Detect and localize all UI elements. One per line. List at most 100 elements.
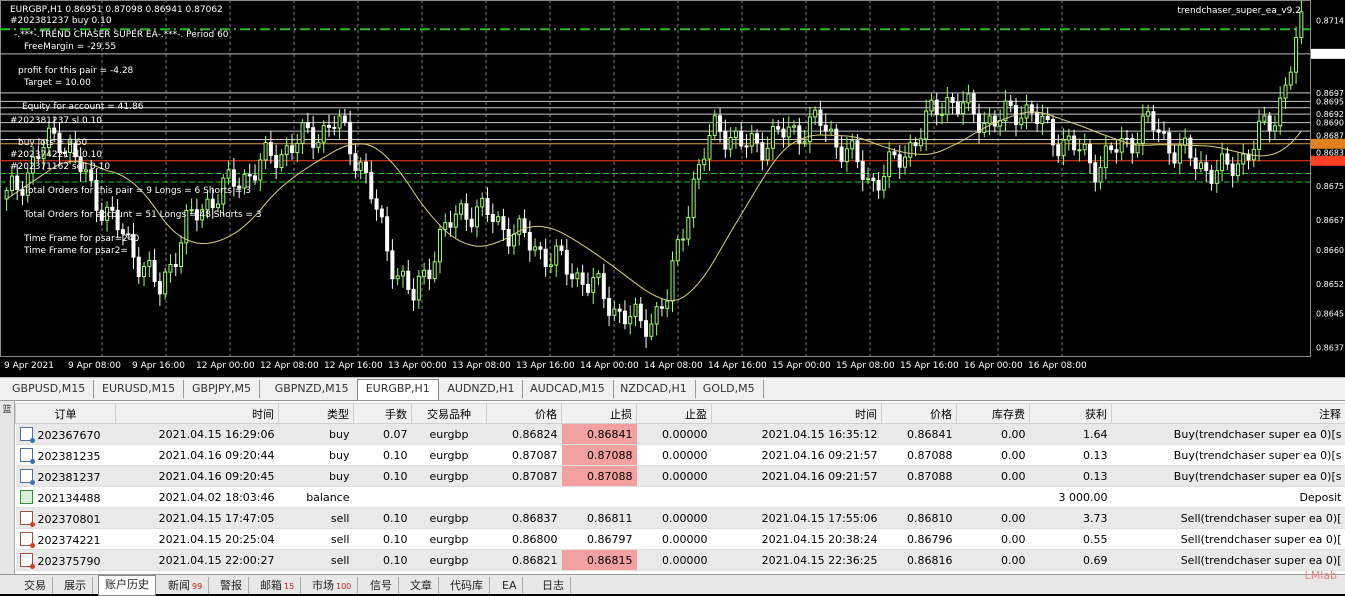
terminal-tab[interactable]: 展示: [58, 577, 93, 594]
candle-body: [1236, 164, 1239, 176]
column-header[interactable]: 库存费: [957, 404, 1030, 424]
candle-body: [840, 147, 843, 162]
candle-body: [1141, 116, 1144, 143]
terminal-tab[interactable]: 日志: [536, 577, 571, 594]
chart-header: EURGBP,H1 0.86951 0.87098 0.86941 0.8706…: [10, 5, 223, 15]
candle-body: [1036, 113, 1039, 124]
terminal-panel: 篮 订单时间类型手数交易品种价格止损止盈时间价格库存费获利注释 20236767…: [0, 400, 1345, 575]
candle-body: [782, 129, 785, 137]
candle-body: [1221, 154, 1224, 171]
table-row[interactable]: 2023708012021.04.15 17:47:05sell0.10eurg…: [16, 508, 1345, 529]
candle-body: [449, 223, 452, 227]
order-icon: [20, 511, 33, 525]
candle-body: [898, 155, 901, 167]
column-header[interactable]: 价格: [487, 404, 562, 424]
candle-body: [972, 94, 975, 114]
cell-type: buy: [279, 466, 354, 487]
candle-body: [729, 137, 732, 149]
price-marker: [1311, 49, 1345, 59]
candle-body: [629, 317, 632, 324]
cell-close-time: 2021.04.15 22:36:25: [712, 550, 882, 571]
terminal-tab[interactable]: 交易: [18, 577, 53, 594]
order-number: 202367670: [38, 429, 101, 442]
table-row[interactable]: 2023742212021.04.15 20:25:04sell0.10eurg…: [16, 529, 1345, 550]
column-header[interactable]: 注释: [1112, 404, 1345, 424]
table-row[interactable]: 2023757902021.04.15 22:00:27sell0.10eurg…: [16, 550, 1345, 571]
table-row[interactable]: 2023812372021.04.16 09:20:45buy0.10eurgb…: [16, 466, 1345, 487]
terminal-tab[interactable]: 警报: [214, 577, 249, 594]
candle-body: [470, 219, 473, 227]
candle-body: [217, 204, 220, 208]
cell-swap: 0.00: [957, 550, 1030, 571]
overlay-line: Time Frame for psar=240: [24, 234, 139, 244]
symbol-tab[interactable]: GOLD,M5: [695, 380, 764, 398]
candle-body: [1083, 144, 1086, 149]
candle-body: [481, 199, 484, 207]
cell-tp: 0.00000: [637, 550, 712, 571]
symbol-tab[interactable]: AUDCAD,M15: [522, 380, 614, 398]
candle-body: [613, 309, 616, 315]
candle-body: [1078, 150, 1081, 151]
column-header[interactable]: 交易品种: [412, 404, 487, 424]
candle-body: [904, 157, 907, 167]
candle-body: [549, 265, 552, 266]
candle-body: [275, 156, 278, 168]
terminal-tab[interactable]: 信号: [364, 577, 399, 594]
candle-body: [576, 273, 579, 279]
terminal-tab[interactable]: 新闻99: [162, 577, 209, 594]
cell-profit: 0.13: [1030, 445, 1112, 466]
symbol-tab[interactable]: EURUSD,M15: [94, 380, 184, 398]
candle-body: [396, 276, 399, 279]
terminal-tab[interactable]: 文章: [404, 577, 439, 594]
table-row[interactable]: 2021344882021.04.02 18:03:46balance3 000…: [16, 487, 1345, 508]
candle-body: [180, 243, 183, 267]
cell-close-time: 2021.04.15 17:55:06: [712, 508, 882, 529]
table-row[interactable]: 2023812352021.04.16 09:20:44buy0.10eurgb…: [16, 445, 1345, 466]
symbol-tab[interactable]: GBPJPY,M5: [184, 380, 260, 398]
table-header-row: 订单时间类型手数交易品种价格止损止盈时间价格库存费获利注释: [16, 404, 1345, 424]
terminal-tab[interactable]: EA: [496, 577, 523, 594]
candle-body: [655, 307, 658, 324]
cell-tp: 0.00000: [637, 508, 712, 529]
symbol-tab[interactable]: NZDCAD,H1: [612, 380, 696, 398]
table-row[interactable]: 2023676702021.04.15 16:29:06buy0.07eurgb…: [16, 424, 1345, 445]
candle-body: [312, 128, 315, 148]
order-number: 202381237: [38, 471, 101, 484]
candle-body: [206, 199, 209, 210]
symbol-tab[interactable]: GBPUSD,M15: [4, 380, 94, 398]
price-chart[interactable]: 9 Apr 20219 Apr 08:009 Apr 16:0012 Apr 0…: [0, 0, 1345, 376]
column-header[interactable]: 价格: [882, 404, 957, 424]
candle-body: [856, 141, 859, 162]
price-tick: 0.8667: [1316, 216, 1344, 225]
cell-type: balance: [279, 487, 354, 508]
cell-close-time: [712, 487, 882, 508]
candle-body: [777, 126, 780, 129]
candle-body: [645, 321, 648, 337]
terminal-tab[interactable]: 邮箱15: [254, 577, 301, 594]
symbol-tab[interactable]: EURGBP,H1: [357, 379, 439, 400]
column-header[interactable]: 时间: [712, 404, 882, 424]
column-header[interactable]: 订单: [16, 404, 116, 424]
column-header[interactable]: 手数: [354, 404, 412, 424]
terminal-tab-label: 邮箱: [260, 579, 282, 592]
column-header[interactable]: 获利: [1030, 404, 1112, 424]
candle-body: [872, 178, 875, 180]
terminal-tab[interactable]: 代码库: [444, 577, 490, 594]
candle-body: [962, 103, 965, 114]
candle-body: [460, 204, 463, 214]
symbol-tab[interactable]: AUDNZD,H1: [439, 380, 523, 398]
cell-comment: Sell(trendchaser super ea 0)[: [1112, 508, 1345, 529]
candle-body: [734, 131, 737, 137]
symbol-tab[interactable]: GBPNZD,M15: [267, 380, 358, 398]
column-header[interactable]: 止损: [562, 404, 637, 424]
terminal-tab[interactable]: 市场100: [306, 577, 358, 594]
candle-body: [491, 215, 494, 222]
time-label: 13 Apr 16:00: [516, 361, 575, 371]
column-header[interactable]: 时间: [116, 404, 279, 424]
candle-body: [1215, 171, 1218, 184]
column-header[interactable]: 类型: [279, 404, 354, 424]
terminal-tab-label: 新闻: [168, 579, 190, 592]
candle-body: [708, 136, 711, 160]
column-header[interactable]: 止盈: [637, 404, 712, 424]
candle-body: [417, 276, 420, 300]
